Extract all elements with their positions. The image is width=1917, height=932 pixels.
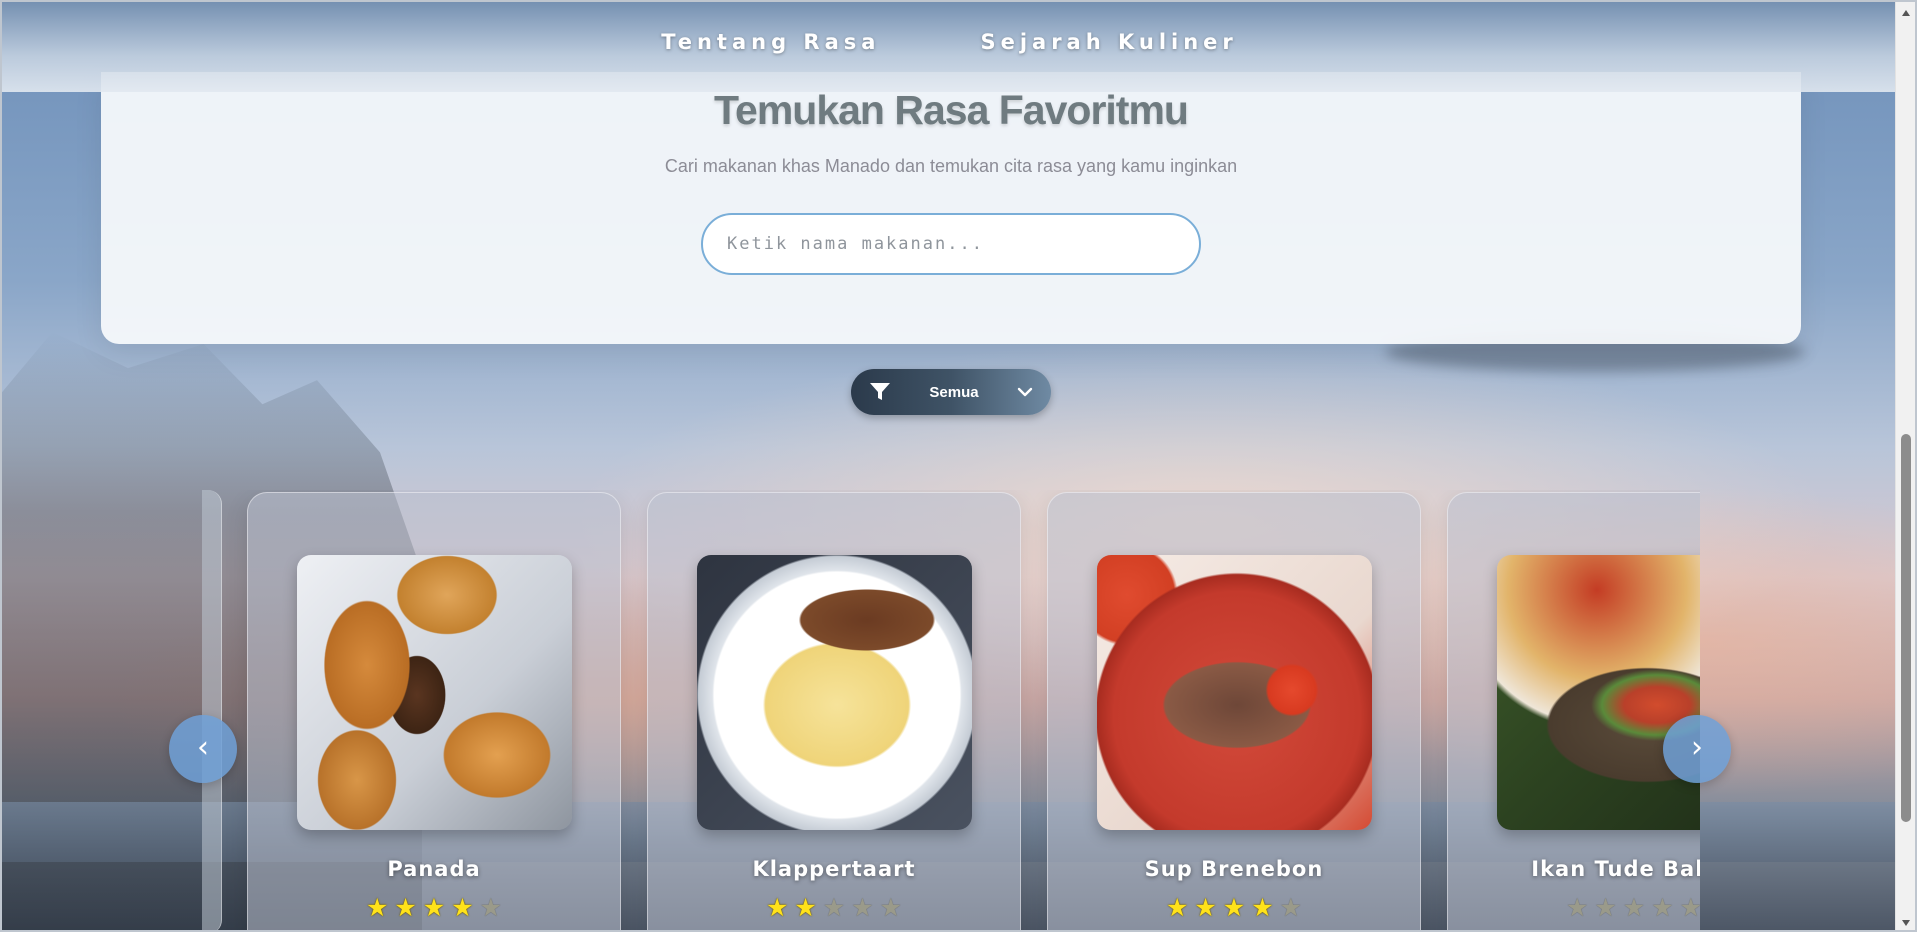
star-icon: ★: [394, 893, 417, 922]
food-card-panada[interactable]: Panada ★ ★ ★ ★ ★: [247, 492, 621, 930]
vertical-scrollbar[interactable]: [1895, 2, 1915, 930]
food-carousel: Panada ★ ★ ★ ★ ★ Klappertaart ★ ★ ★ ★ ★ Sup Bren…: [202, 490, 1700, 930]
star-rating: ★ ★ ★ ★ ★: [648, 895, 1020, 920]
star-icon: ★: [1251, 893, 1274, 922]
star-rating: ★ ★ ★ ★ ★: [248, 895, 620, 920]
scrollbar-thumb[interactable]: [1901, 434, 1911, 822]
star-icon: ★: [479, 893, 503, 922]
scroll-up-arrow-icon[interactable]: [1896, 4, 1915, 22]
filter-icon: [869, 382, 891, 402]
star-icon: ★: [1679, 893, 1700, 922]
food-card-name: Ikan Tude Bakar: [1531, 857, 1700, 881]
star-icon: ★: [765, 893, 789, 922]
food-image-panada: [297, 555, 572, 830]
food-image-sup-brenebon: [1097, 555, 1372, 830]
star-icon: ★: [879, 893, 903, 922]
food-card-name: Klappertaart: [752, 857, 916, 881]
filter-selected-value: Semua: [929, 383, 979, 401]
carousel-prev-button[interactable]: ‹: [169, 715, 237, 783]
star-icon: ★: [851, 893, 874, 922]
star-icon: ★: [1622, 893, 1646, 922]
category-filter-dropdown[interactable]: Semua: [851, 369, 1051, 415]
star-icon: ★: [1651, 893, 1674, 922]
food-image-klappertaart: [697, 555, 972, 830]
food-card-sup-brenebon[interactable]: Sup Brenebon ★ ★ ★ ★ ★: [1047, 492, 1421, 930]
search-hero-panel: Temukan Rasa Favoritmu Cari makanan khas…: [101, 72, 1801, 344]
star-icon: ★: [422, 893, 446, 922]
nav-link-tentang-rasa[interactable]: Tentang Rasa: [661, 30, 880, 54]
star-icon: ★: [1222, 893, 1246, 922]
star-icon: ★: [1279, 893, 1303, 922]
food-card-name: Sup Brenebon: [1144, 857, 1324, 881]
food-card-klappertaart[interactable]: Klappertaart ★ ★ ★ ★ ★: [647, 492, 1021, 930]
previous-card-edge[interactable]: [202, 490, 222, 930]
food-image-ikan-tude-bakar: [1497, 555, 1700, 830]
top-navbar: Tentang Rasa Sejarah Kuliner: [2, 2, 1897, 92]
page-subtitle: Cari makanan khas Manado dan temukan cit…: [664, 156, 1238, 176]
star-icon: ★: [1165, 893, 1189, 922]
nav-link-sejarah-kuliner[interactable]: Sejarah Kuliner: [980, 30, 1237, 54]
star-icon: ★: [365, 893, 389, 922]
star-icon: ★: [451, 893, 474, 922]
page: Tentang Rasa Sejarah Kuliner Temukan Ras…: [0, 0, 1917, 932]
scroll-down-arrow-icon[interactable]: [1896, 914, 1915, 930]
star-icon: ★: [1594, 893, 1617, 922]
food-card-name: Panada: [387, 857, 481, 881]
page-title: Temukan Rasa Favoritmu: [714, 87, 1189, 133]
star-icon: ★: [822, 893, 846, 922]
chevron-down-icon: [1017, 387, 1033, 397]
carousel-next-button[interactable]: ›: [1663, 715, 1731, 783]
star-rating: ★ ★ ★ ★ ★: [1448, 895, 1700, 920]
search-input[interactable]: [701, 213, 1201, 275]
food-card-ikan-tude-bakar[interactable]: Ikan Tude Bakar ★★★★★: [1447, 492, 1700, 930]
star-rating: ★ ★ ★ ★ ★: [1048, 895, 1420, 920]
star-icon: ★: [1194, 893, 1217, 922]
star-icon: ★: [794, 893, 817, 922]
star-icon: ★: [1565, 893, 1589, 922]
